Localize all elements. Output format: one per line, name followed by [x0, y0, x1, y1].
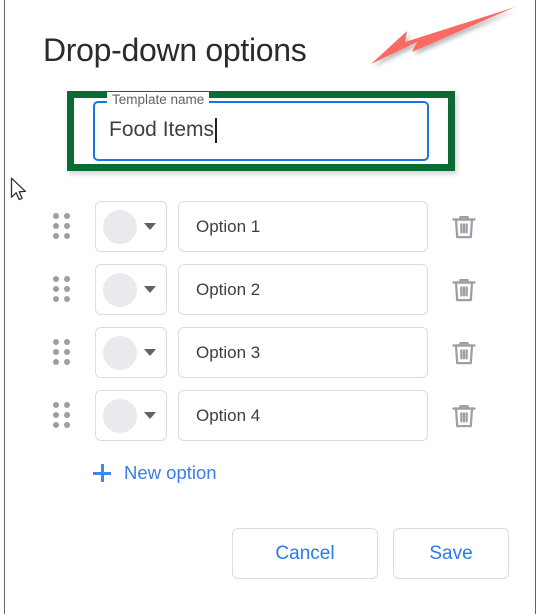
chevron-down-icon	[144, 286, 156, 293]
color-swatch-icon	[103, 272, 137, 307]
dialog-window: Drop-down options Template name Food Ite…	[4, 0, 536, 614]
drag-handle-icon[interactable]	[53, 212, 71, 241]
delete-icon[interactable]	[448, 211, 480, 243]
option-text-input[interactable]: Option 2	[178, 264, 428, 315]
option-row: Option 4	[5, 384, 535, 447]
template-name-field[interactable]: Template name Food Items	[93, 92, 429, 161]
drag-handle-icon[interactable]	[53, 338, 71, 367]
drag-handle-icon[interactable]	[53, 275, 71, 304]
option-text-input[interactable]: Option 1	[178, 201, 428, 252]
option-color-picker[interactable]	[95, 264, 167, 315]
color-swatch-icon	[103, 398, 137, 433]
drag-handle-icon[interactable]	[53, 401, 71, 430]
chevron-down-icon	[144, 412, 156, 419]
option-row: Option 1	[5, 195, 535, 258]
option-row: Option 2	[5, 258, 535, 321]
color-swatch-icon	[103, 209, 137, 244]
option-text-input[interactable]: Option 4	[178, 390, 428, 441]
option-color-picker[interactable]	[95, 327, 167, 378]
page-title: Drop-down options	[43, 32, 307, 68]
template-name-label: Template name	[107, 92, 210, 108]
cancel-button[interactable]: Cancel	[232, 528, 378, 579]
option-color-picker[interactable]	[95, 201, 167, 252]
text-caret	[215, 117, 217, 143]
option-text-input[interactable]: Option 3	[178, 327, 428, 378]
template-name-value: Food Items	[109, 118, 215, 141]
add-new-option-label: New option	[124, 462, 217, 483]
options-list: Option 1 Option 2 Option 3 Option 4	[5, 195, 535, 447]
option-row: Option 3	[5, 321, 535, 384]
template-name-value-row[interactable]: Food Items	[109, 115, 217, 145]
add-new-option-button[interactable]: New option	[93, 462, 217, 484]
delete-icon[interactable]	[448, 337, 480, 369]
plus-icon	[93, 464, 111, 482]
save-button[interactable]: Save	[393, 528, 509, 579]
dialog-actions: Cancel Save	[232, 528, 509, 579]
delete-icon[interactable]	[448, 274, 480, 306]
delete-icon[interactable]	[448, 400, 480, 432]
option-color-picker[interactable]	[95, 390, 167, 441]
color-swatch-icon	[103, 335, 137, 370]
chevron-down-icon	[144, 223, 156, 230]
chevron-down-icon	[144, 349, 156, 356]
